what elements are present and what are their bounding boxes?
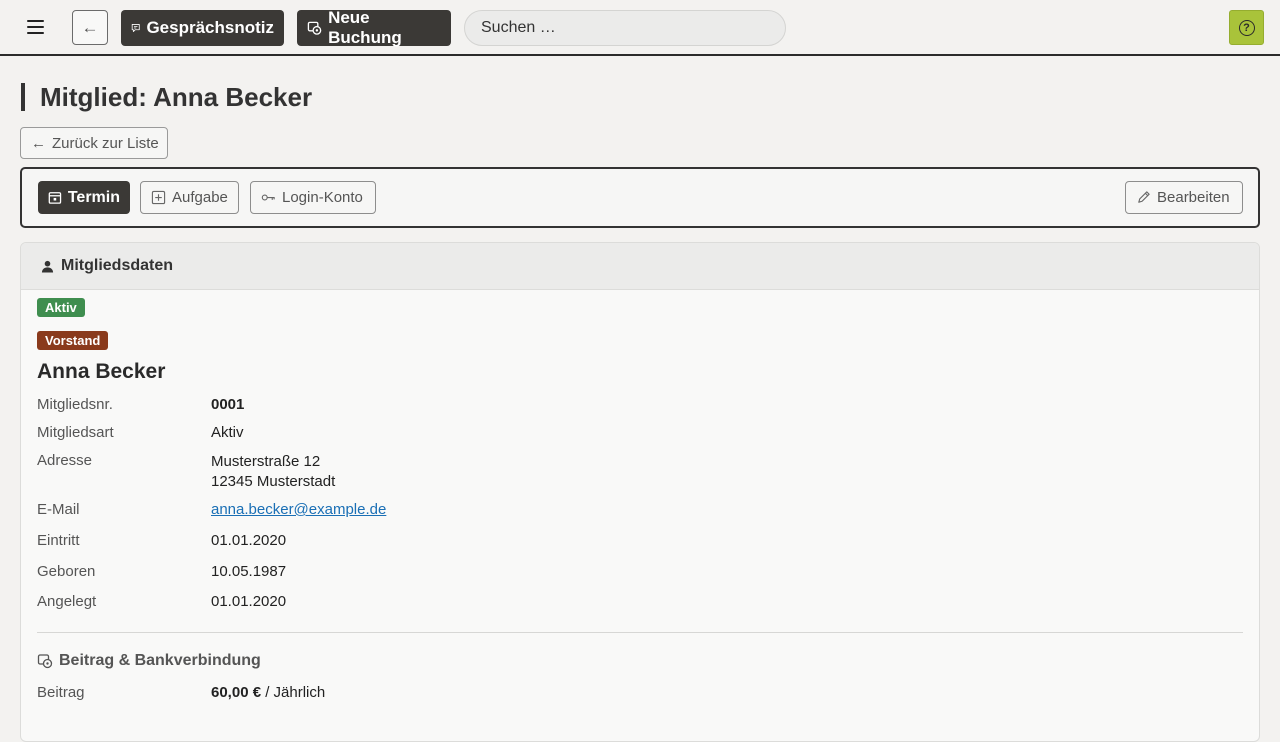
pencil-icon — [1138, 191, 1150, 203]
field-value: Aktiv — [211, 424, 244, 441]
back-to-list-button[interactable]: ← Zurück zur Liste — [20, 127, 168, 159]
page-title: Mitglied: Anna Becker — [21, 83, 312, 111]
beitrag-interval: / Jährlich — [261, 684, 326, 701]
coins-icon — [37, 654, 53, 669]
comment-icon — [131, 24, 140, 32]
field-label: Eintritt — [37, 532, 80, 549]
back-to-list-label: Zurück zur Liste — [52, 134, 159, 152]
bearbeiten-button[interactable]: Bearbeiten — [1125, 181, 1243, 214]
login-konto-button[interactable]: Login-Konto — [250, 181, 376, 214]
bearbeiten-label: Bearbeiten — [1157, 189, 1230, 206]
termin-button[interactable]: Termin — [38, 181, 130, 214]
gespraechsnotiz-button[interactable]: Gesprächsnotiz — [121, 10, 284, 46]
hamburger-menu-icon[interactable] — [26, 18, 46, 36]
field-label: E-Mail — [37, 501, 80, 518]
field-label: Mitgliedsnr. — [37, 396, 113, 413]
field-value: 01.01.2020 — [211, 532, 287, 549]
field-label: Beitrag — [37, 684, 85, 701]
gespraechsnotiz-label: Gesprächsnotiz — [146, 18, 274, 37]
neue-buchung-button[interactable]: Neue Buchung — [297, 8, 451, 47]
field-label: Mitgliedsart — [37, 424, 114, 441]
section-divider — [37, 632, 1243, 633]
question-circle-icon: ? — [1238, 19, 1255, 36]
beitrag-section-label: Beitrag & Bankverbindung — [59, 652, 261, 669]
field-value: Musterstraße 12 12345 Musterstadt — [211, 452, 711, 492]
email-link[interactable]: anna.becker@example.de — [211, 501, 386, 518]
field-label: Adresse — [37, 452, 93, 469]
card-header-title: Mitgliedsdaten — [61, 257, 174, 274]
field-value: 0001 — [211, 396, 245, 413]
help-button[interactable]: ? — [1229, 10, 1264, 45]
field-value: anna.becker@example.de — [211, 501, 711, 518]
back-button[interactable]: ← — [72, 10, 108, 45]
field-value: 60,00 € / Jährlich — [211, 684, 711, 701]
member-card: Mitgliedsdaten Aktiv Vorstand Anna Becke… — [20, 242, 1260, 742]
role-badge: Vorstand — [37, 331, 109, 350]
member-name: Anna Becker — [37, 360, 166, 383]
key-icon — [261, 194, 275, 201]
top-bar: ← Gesprächsnotiz Neue Buchung ? — [0, 0, 1280, 56]
action-bar: Termin Aufgabe Login-Konto Bearbeiten — [20, 167, 1260, 228]
card-header: Mitgliedsdaten — [21, 243, 1259, 290]
login-konto-label: Login-Konto — [282, 189, 363, 206]
termin-label: Termin — [67, 188, 120, 206]
address-line-2: 12345 Musterstadt — [211, 473, 336, 490]
beitrag-section-title: Beitrag & Bankverbindung — [37, 652, 261, 670]
arrow-left-icon: ← — [31, 134, 46, 152]
address-line-1: Musterstraße 12 — [211, 453, 321, 470]
field-value: 10.05.1987 — [211, 563, 287, 580]
field-label: Geboren — [37, 563, 96, 580]
field-value: 01.01.2020 — [211, 593, 287, 610]
person-icon — [41, 260, 54, 273]
search-input[interactable] — [464, 10, 786, 46]
aufgabe-label: Aufgabe — [172, 189, 228, 206]
plus-square-icon — [151, 190, 166, 205]
beitrag-amount: 60,00 € — [211, 684, 262, 701]
neue-buchung-label: Neue Buchung — [328, 8, 402, 47]
field-label: Angelegt — [37, 593, 97, 610]
calendar-icon — [48, 192, 62, 204]
aufgabe-button[interactable]: Aufgabe — [140, 181, 239, 214]
coins-icon — [307, 21, 322, 35]
status-badge: Aktiv — [37, 298, 85, 317]
